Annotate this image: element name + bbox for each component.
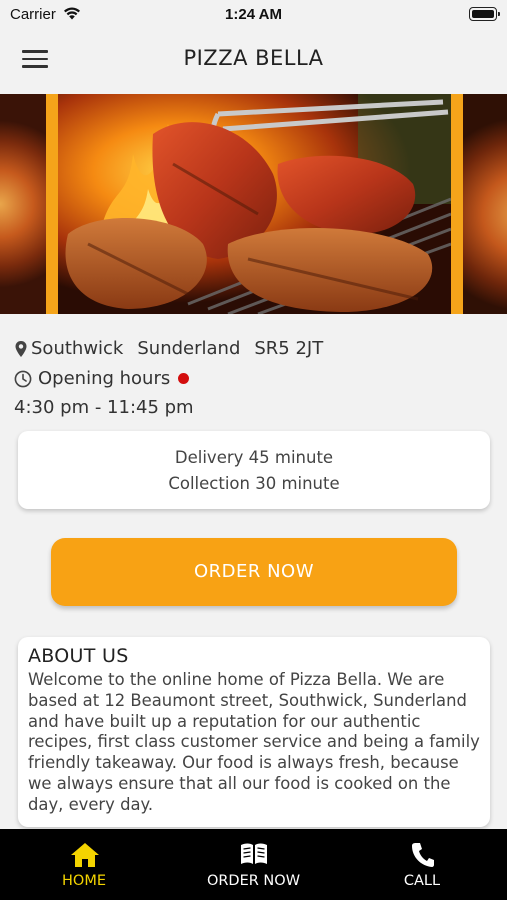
tab-order-now[interactable]: ORDER NOW xyxy=(196,829,311,900)
banner-frame-right xyxy=(451,94,463,314)
tab-order-label: ORDER NOW xyxy=(206,873,301,889)
banner-frame-left xyxy=(46,94,58,314)
tab-call[interactable]: CALL xyxy=(387,829,457,900)
tab-home-label: HOME xyxy=(62,873,106,889)
delivery-info-card: Delivery 45 minute Collection 30 minute xyxy=(18,431,490,509)
about-text: Welcome to the online home of Pizza Bell… xyxy=(28,670,480,814)
about-us-card: ABOUT US Welcome to the online home of P… xyxy=(18,637,490,827)
next-slide-preview xyxy=(463,94,507,314)
bottom-tab-bar: HOME ORDER NOW CALL xyxy=(0,829,507,900)
battery-icon xyxy=(469,7,500,21)
address-area: Southwick xyxy=(31,338,124,359)
address-row: Southwick Sunderland SR5 2JT xyxy=(14,338,337,359)
banner-photo xyxy=(58,94,451,314)
clock: 1:24 AM xyxy=(225,6,282,23)
opening-hours-label: Opening hours xyxy=(38,368,171,389)
hero-banner xyxy=(0,94,507,314)
order-now-button[interactable]: ORDER NOW xyxy=(51,538,457,606)
prev-slide-preview xyxy=(0,94,46,314)
collection-time: Collection 30 minute xyxy=(168,474,340,493)
menu-book-icon xyxy=(241,843,267,864)
tab-home[interactable]: HOME xyxy=(34,829,134,900)
delivery-time: Delivery 45 minute xyxy=(174,448,334,467)
location-pin-icon xyxy=(15,340,27,357)
clock-icon xyxy=(14,370,32,387)
phone-icon xyxy=(412,843,434,867)
opening-hours-row: Opening hours xyxy=(14,368,190,389)
opening-hours-time: 4:30 pm - 11:45 pm xyxy=(14,397,194,418)
tab-call-label: CALL xyxy=(403,873,441,889)
page-title: PIZZA BELLA xyxy=(183,46,324,70)
address-city: Sunderland xyxy=(137,338,241,359)
address-postcode: SR5 2JT xyxy=(254,338,324,359)
status-bar: Carrier 1:24 AM xyxy=(0,0,507,30)
home-icon xyxy=(71,843,99,867)
app-header: PIZZA BELLA xyxy=(0,30,507,92)
about-heading: ABOUT US xyxy=(28,645,129,667)
closed-status-dot xyxy=(178,373,190,384)
